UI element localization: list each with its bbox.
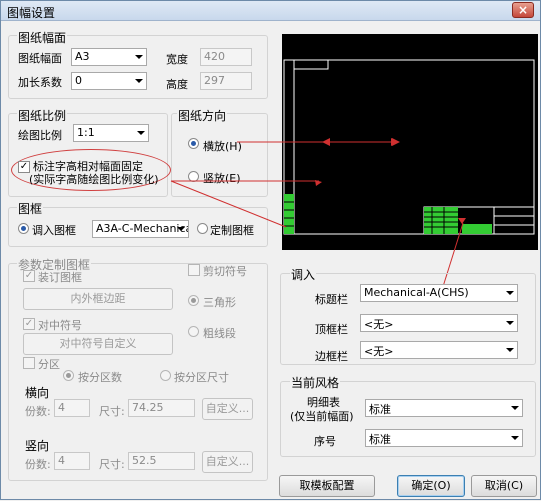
seq-label: 序号: [314, 435, 336, 448]
title-block-label: 标题栏: [315, 293, 348, 306]
load-in-group-title: 调入: [290, 266, 317, 283]
bom-note: (仅当前幅面): [290, 410, 354, 423]
style-group-title: 当前风格: [290, 374, 341, 391]
side-bar-label: 边框栏: [315, 350, 348, 363]
top-bar-label: 顶框栏: [315, 323, 348, 336]
bom-select[interactable]: 标准: [365, 399, 523, 417]
top-bar-select[interactable]: <无>: [360, 314, 518, 332]
cancel-button[interactable]: 取消(C): [471, 475, 537, 497]
title-block-select[interactable]: Mechanical-A(CHS): [360, 284, 518, 302]
side-bar-select[interactable]: <无>: [360, 341, 518, 359]
dialog-window: 图幅设置 × 图纸幅面 图纸幅面 A3 宽度 420 加长系数 0 高度 297…: [0, 0, 541, 500]
ok-button[interactable]: 确定(O): [397, 475, 465, 497]
seq-select[interactable]: 标准: [365, 429, 523, 447]
template-config-button[interactable]: 取模板配置: [279, 475, 375, 497]
